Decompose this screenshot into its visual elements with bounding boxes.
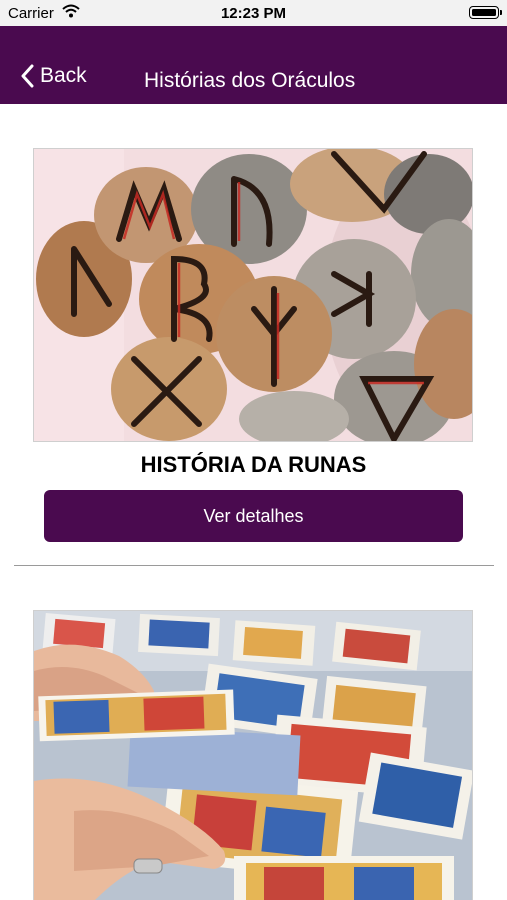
back-label: Back — [40, 64, 87, 87]
battery-icon — [469, 6, 502, 19]
chevron-left-icon — [20, 64, 34, 88]
tarot-cards-image[interactable] — [33, 610, 473, 900]
divider — [14, 565, 494, 566]
status-bar: Carrier 12:23 PM — [0, 0, 507, 26]
page-title: Histórias dos Oráculos — [144, 69, 356, 92]
back-button[interactable]: Back — [20, 64, 87, 88]
ver-detalhes-button[interactable]: Ver detalhes — [44, 490, 463, 542]
navigation-bar: Back Histórias dos Oráculos — [0, 26, 507, 104]
card-title: HISTÓRIA DA RUNAS — [140, 452, 367, 477]
rune-stones-image[interactable] — [33, 148, 473, 442]
status-time: 12:23 PM — [220, 5, 287, 22]
